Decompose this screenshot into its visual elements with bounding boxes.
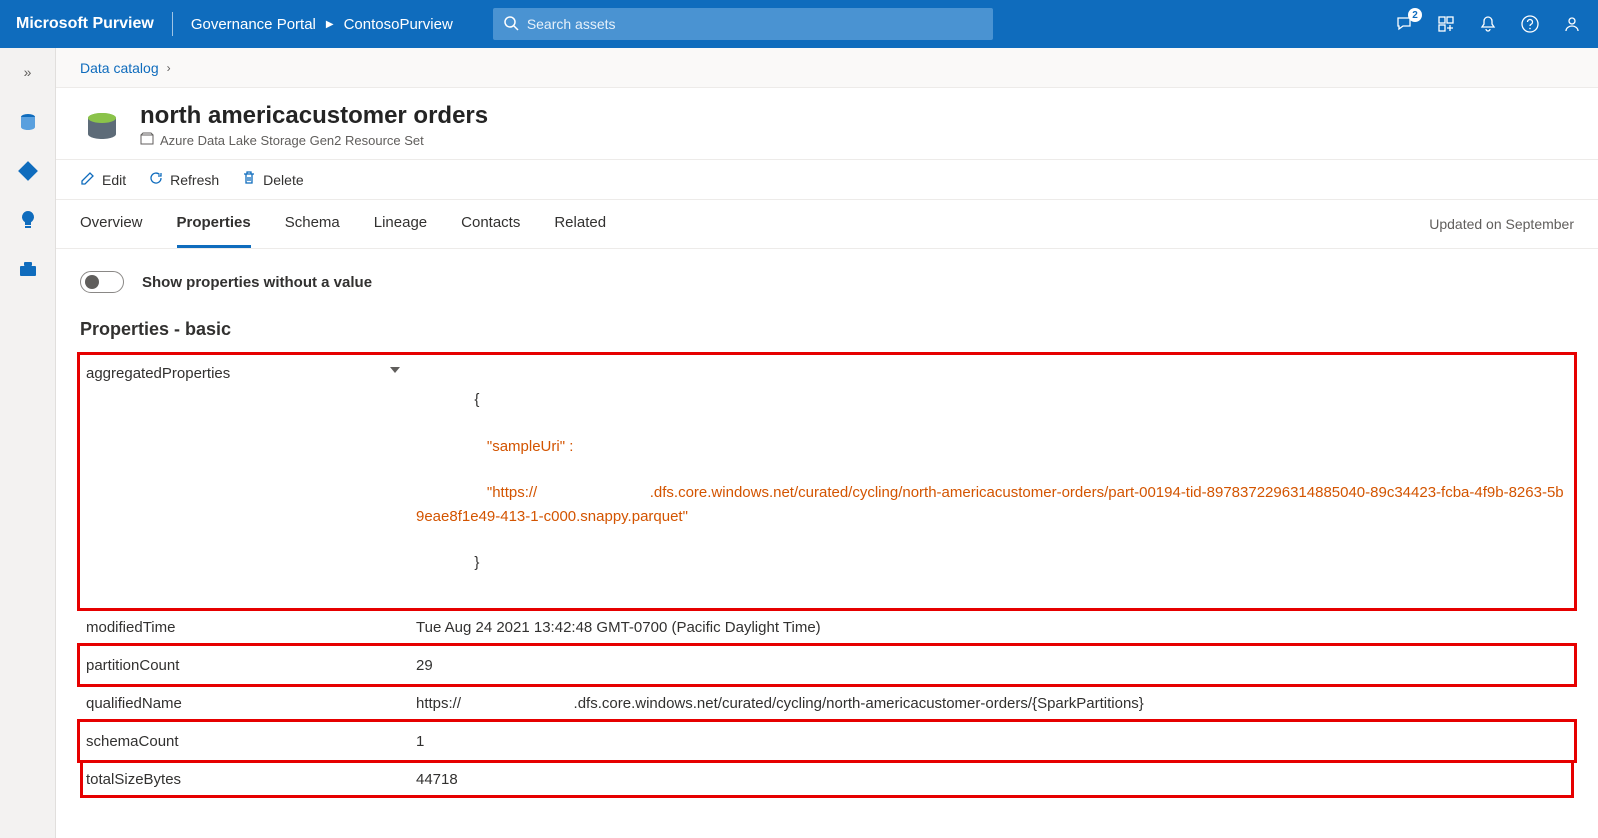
search-input[interactable] xyxy=(527,16,983,32)
tab-schema[interactable]: Schema xyxy=(285,200,340,248)
property-value: { "sampleUri" : "https:// .dfs.core.wind… xyxy=(410,355,1574,609)
tab-contacts[interactable]: Contacts xyxy=(461,200,520,248)
search-icon xyxy=(503,15,519,34)
edit-icon xyxy=(80,170,96,189)
section-title: Properties - basic xyxy=(80,319,1574,340)
property-value: https:// .dfs.core.windows.net/curated/c… xyxy=(410,684,1574,722)
portal-breadcrumb: Governance Portal ▶ ContosoPurview xyxy=(191,16,453,33)
table-row: partitionCount 29 xyxy=(80,646,1574,684)
nav-management-icon[interactable] xyxy=(16,257,40,284)
nav-insights-icon[interactable] xyxy=(16,208,40,235)
delete-button[interactable]: Delete xyxy=(241,170,303,189)
feedback-icon[interactable]: 2 xyxy=(1394,14,1414,34)
edit-button[interactable]: Edit xyxy=(80,170,126,189)
breadcrumb-data-catalog[interactable]: Data catalog xyxy=(80,60,159,76)
nav-data-catalog-icon[interactable] xyxy=(16,110,40,137)
property-key: aggregatedProperties xyxy=(80,355,410,609)
resource-set-icon xyxy=(140,132,154,149)
tab-lineage[interactable]: Lineage xyxy=(374,200,427,248)
breadcrumb: Data catalog › xyxy=(56,48,1598,88)
brand[interactable]: Microsoft Purview xyxy=(16,15,172,33)
left-nav: » xyxy=(0,48,56,838)
knowledge-center-icon[interactable] xyxy=(1436,14,1456,34)
chevron-right-icon: › xyxy=(167,61,171,75)
table-row: modifiedTime Tue Aug 24 2021 13:42:48 GM… xyxy=(80,608,1574,646)
asset-header: north americacustomer orders Azure Data … xyxy=(56,88,1598,160)
asset-subtype: Azure Data Lake Storage Gen2 Resource Se… xyxy=(160,133,424,148)
delete-icon xyxy=(241,170,257,189)
help-icon[interactable] xyxy=(1520,14,1540,34)
property-value: 1 xyxy=(410,722,1574,760)
property-value: Tue Aug 24 2021 13:42:48 GMT-0700 (Pacif… xyxy=(410,608,1574,646)
divider xyxy=(172,12,173,36)
chevron-right-icon: ▶ xyxy=(326,19,334,30)
action-bar: Edit Refresh Delete xyxy=(56,160,1598,200)
notifications-icon[interactable] xyxy=(1478,14,1498,34)
updated-label: Updated on September xyxy=(1429,216,1574,232)
tab-related[interactable]: Related xyxy=(554,200,606,248)
property-key: totalSizeBytes xyxy=(80,760,410,798)
expand-nav-icon[interactable]: » xyxy=(24,60,32,88)
tab-overview[interactable]: Overview xyxy=(80,200,143,248)
search-box[interactable] xyxy=(493,8,993,40)
page-title: north americacustomer orders xyxy=(140,102,488,130)
table-row: aggregatedProperties { "sampleUri" : "ht… xyxy=(80,355,1574,609)
property-value: 29 xyxy=(410,646,1574,684)
property-key: schemaCount xyxy=(80,722,410,760)
account-link[interactable]: ContosoPurview xyxy=(344,16,453,33)
portal-link[interactable]: Governance Portal xyxy=(191,16,316,33)
refresh-icon xyxy=(148,170,164,189)
show-empty-toggle[interactable] xyxy=(80,271,124,293)
table-row: totalSizeBytes 44718 xyxy=(80,760,1574,798)
feedback-badge: 2 xyxy=(1408,8,1422,22)
tab-properties[interactable]: Properties xyxy=(177,200,251,248)
property-key: partitionCount xyxy=(80,646,410,684)
header-icons: 2 xyxy=(1394,14,1582,34)
asset-type-icon xyxy=(80,104,124,148)
profile-icon[interactable] xyxy=(1562,14,1582,34)
table-row: schemaCount 1 xyxy=(80,722,1574,760)
top-bar: Microsoft Purview Governance Portal ▶ Co… xyxy=(0,0,1598,48)
collapse-icon[interactable] xyxy=(390,367,400,373)
tabs: Overview Properties Schema Lineage Conta… xyxy=(56,200,1598,249)
property-key: modifiedTime xyxy=(80,608,410,646)
property-key: qualifiedName xyxy=(80,684,410,722)
refresh-button[interactable]: Refresh xyxy=(148,170,219,189)
properties-table: aggregatedProperties { "sampleUri" : "ht… xyxy=(80,354,1574,798)
property-value: 44718 xyxy=(410,760,1574,798)
nav-data-map-icon[interactable] xyxy=(16,159,40,186)
show-empty-label: Show properties without a value xyxy=(142,274,372,291)
table-row: qualifiedName https:// .dfs.core.windows… xyxy=(80,684,1574,722)
